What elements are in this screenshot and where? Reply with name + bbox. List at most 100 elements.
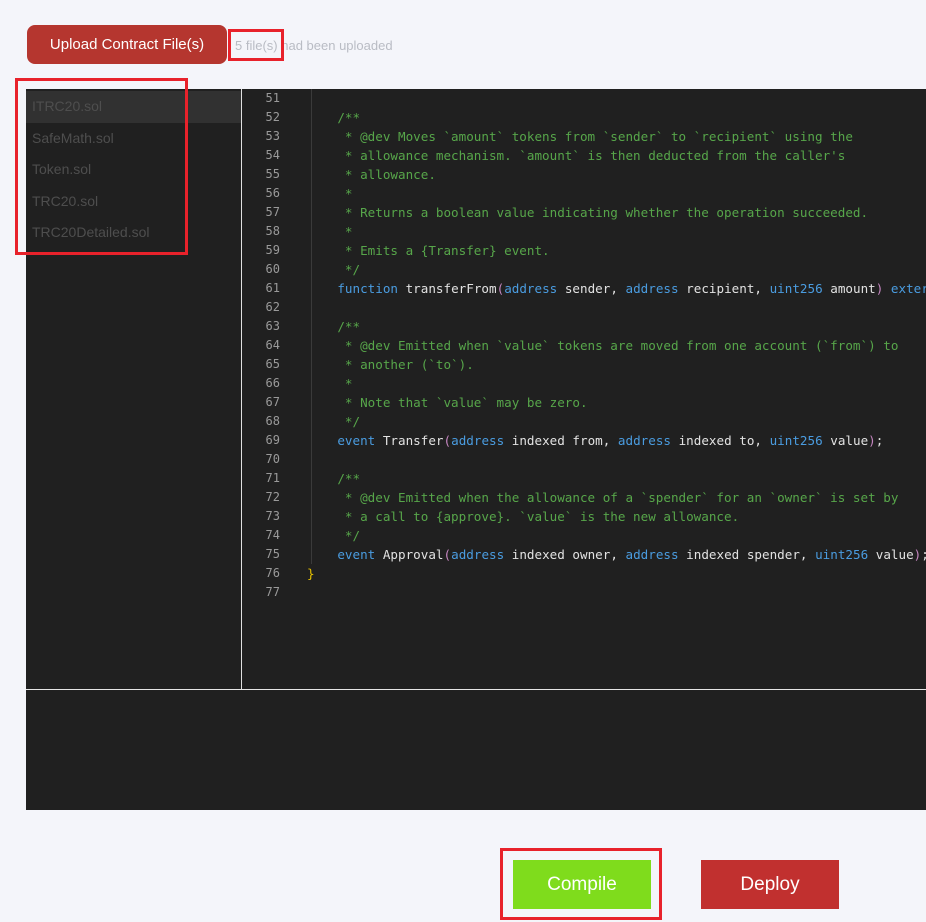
code-token: *	[307, 376, 353, 391]
code-line: 62	[242, 298, 926, 317]
line-number: 68	[265, 414, 280, 428]
code-token: * another (`to`).	[307, 357, 474, 372]
code-token: */	[307, 528, 361, 543]
code-text: * allowance.	[307, 165, 436, 184]
code-line: 53 * @dev Moves `amount` tokens from `se…	[242, 127, 926, 146]
code-text: */	[307, 526, 360, 545]
indent-guide	[311, 89, 312, 108]
line-number: 63	[265, 319, 280, 333]
code-line: 69 event Transfer(address indexed from, …	[242, 431, 926, 450]
code-token: /**	[307, 110, 361, 125]
contract-upload-page: Upload Contract File(s) 5 file(s) had be…	[0, 0, 926, 922]
code-token: address	[451, 547, 505, 562]
code-line: 59 * Emits a {Transfer} event.	[242, 241, 926, 260]
code-text: /**	[307, 108, 360, 127]
code-text: * @dev Emitted when `value` tokens are m…	[307, 336, 899, 355]
code-token: external	[890, 281, 926, 296]
code-token: * Note that `value` may be zero.	[307, 395, 588, 410]
code-token: Approval	[375, 547, 444, 562]
compile-button[interactable]: Compile	[513, 860, 651, 909]
code-text: /**	[307, 317, 360, 336]
code-token: ;	[875, 433, 884, 448]
line-number: 60	[265, 262, 280, 276]
line-number: 67	[265, 395, 280, 409]
line-number: 71	[265, 471, 280, 485]
upload-contract-files-button[interactable]: Upload Contract File(s)	[27, 25, 227, 64]
code-line: 70	[242, 450, 926, 469]
line-number: 62	[265, 300, 280, 314]
code-token: * Emits a {Transfer} event.	[307, 243, 550, 258]
code-token: (	[443, 547, 452, 562]
file-item[interactable]: TRC20Detailed.sol	[26, 217, 241, 249]
line-number: 58	[265, 224, 280, 238]
line-number: 57	[265, 205, 280, 219]
code-token: amount	[822, 281, 876, 296]
line-number: 65	[265, 357, 280, 371]
code-line: 52 /**	[242, 108, 926, 127]
file-item[interactable]: ITRC20.sol	[26, 91, 241, 123]
code-token: address	[625, 547, 679, 562]
line-number: 54	[265, 148, 280, 162]
line-number: 59	[265, 243, 280, 257]
code-token: * allowance mechanism. `amount` is then …	[307, 148, 846, 163]
code-token: event	[337, 547, 376, 562]
code-token: indexed spender,	[678, 547, 816, 562]
code-line: 60 */	[242, 260, 926, 279]
code-text: event Approval(address indexed owner, ad…	[307, 545, 926, 564]
code-line: 67 * Note that `value` may be zero.	[242, 393, 926, 412]
code-line: 54 * allowance mechanism. `amount` is th…	[242, 146, 926, 165]
code-line: 58 *	[242, 222, 926, 241]
code-token: event	[337, 433, 376, 448]
line-number: 75	[265, 547, 280, 561]
code-line: 61 function transferFrom(address sender,…	[242, 279, 926, 298]
code-text: *	[307, 184, 353, 203]
code-line: 68 */	[242, 412, 926, 431]
code-token: indexed from,	[504, 433, 618, 448]
code-token: * allowance.	[307, 167, 436, 182]
code-text: * allowance mechanism. `amount` is then …	[307, 146, 845, 165]
code-token: uint256	[815, 547, 869, 562]
code-token: */	[307, 414, 361, 429]
code-line: 76}	[242, 564, 926, 583]
code-token: * Returns a boolean value indicating whe…	[307, 205, 869, 220]
code-line: 73 * a call to {approve}. `value` is the…	[242, 507, 926, 526]
code-token: address	[625, 281, 679, 296]
file-item[interactable]: TRC20.sol	[26, 186, 241, 218]
line-number: 72	[265, 490, 280, 504]
code-line: 77	[242, 583, 926, 602]
code-token: ;	[921, 547, 926, 562]
code-token: address	[617, 433, 671, 448]
line-number: 52	[265, 110, 280, 124]
code-text: * @dev Emitted when the allowance of a `…	[307, 488, 899, 507]
code-editor: ITRC20.sol SafeMath.sol Token.sol TRC20.sol…	[26, 89, 926, 689]
code-text: * another (`to`).	[307, 355, 474, 374]
code-line: 71 /**	[242, 469, 926, 488]
code-line: 64 * @dev Emitted when `value` tokens ar…	[242, 336, 926, 355]
code-text: event Transfer(address indexed from, add…	[307, 431, 883, 450]
line-number: 69	[265, 433, 280, 447]
code-text: * Emits a {Transfer} event.	[307, 241, 550, 260]
code-text: *	[307, 374, 353, 393]
code-text: * Returns a boolean value indicating whe…	[307, 203, 868, 222]
code-token: value	[868, 547, 914, 562]
code-text: *	[307, 222, 353, 241]
code-token: address	[504, 281, 558, 296]
code-view[interactable]: 51 52 /** 53 * @dev Moves `amount` tokens …	[242, 89, 926, 689]
line-number: 66	[265, 376, 280, 390]
file-item[interactable]: Token.sol	[26, 154, 241, 186]
deploy-button[interactable]: Deploy	[701, 860, 839, 909]
line-number: 61	[265, 281, 280, 295]
code-token: * @dev Emitted when the allowance of a `…	[307, 490, 899, 505]
indent-guide	[311, 450, 312, 469]
line-number: 64	[265, 338, 280, 352]
code-line: 55 * allowance.	[242, 165, 926, 184]
line-number: 51	[265, 91, 280, 105]
output-console	[26, 689, 926, 810]
line-number: 55	[265, 167, 280, 181]
code-line: 72 * @dev Emitted when the allowance of …	[242, 488, 926, 507]
file-item[interactable]: SafeMath.sol	[26, 123, 241, 155]
code-text: */	[307, 412, 360, 431]
code-token: uint256	[769, 281, 823, 296]
